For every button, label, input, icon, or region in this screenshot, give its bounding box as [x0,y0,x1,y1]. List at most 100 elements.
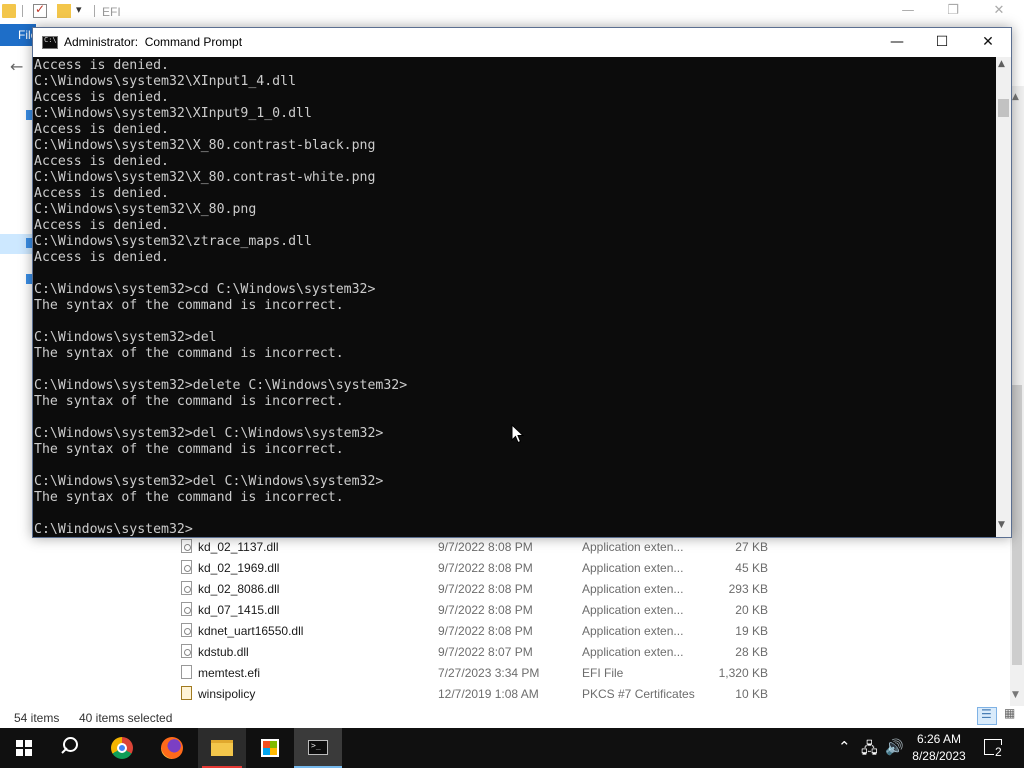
system-clock[interactable]: 6:26 AM 8/28/2023 [906,731,972,765]
cmd-scrollbar-thumb[interactable] [998,99,1009,117]
volume-icon[interactable]: 🔊 [885,738,904,756]
console-line: The syntax of the command is incorrect. [34,442,344,457]
dll-file-icon [181,539,192,553]
file-row[interactable]: kd_02_8086.dll 9/7/2022 8:08 PM Applicat… [176,578,796,599]
scroll-down-arrow-icon[interactable]: ▼ [998,520,1005,530]
console-line: The syntax of the command is incorrect. [34,490,344,505]
folder-icon [211,740,233,756]
network-icon[interactable]: 🖧 [861,738,878,763]
file-explorer-taskbar-button[interactable] [198,728,246,768]
cmd-minimize-button[interactable]: — [874,28,920,57]
file-row[interactable]: memtest.efi 7/27/2023 3:34 PM EFI File 1… [176,662,796,683]
console-line: Access is denied. [34,186,169,201]
cmd-close-button[interactable]: ✕ [965,28,1011,57]
file-size: 1,320 KB [718,666,768,680]
file-name: memtest.efi [198,666,261,680]
store-bag-icon [261,739,279,757]
dll-file-icon [181,623,192,637]
cmd-titlebar[interactable]: Administrator: Command Prompt — ☐ ✕ [33,28,1011,57]
details-view-icon[interactable] [977,707,997,725]
file-size: 20 KB [735,603,768,617]
console-line: C:\Windows\system32\X_80.contrast-white.… [34,170,376,185]
mouse-pointer-icon [511,424,525,444]
console-line: C:\Windows\system32>cd C:\Windows\system… [34,282,376,297]
folder-icon [2,4,16,18]
back-arrow-icon[interactable]: ← [10,57,23,76]
ribbon-file-tab[interactable]: File [0,24,36,46]
file-size: 293 KB [728,582,768,596]
command-prompt-icon[interactable] [42,36,58,49]
file-size: 28 KB [735,645,768,659]
taskbar: ⌃ 🖧 🔊 6:26 AM 8/28/2023 2 [0,728,1024,768]
cmd-maximize-button[interactable]: ☐ [919,28,965,57]
file-name: kdnet_uart16550.dll [198,624,304,638]
explorer-scrollbar-thumb[interactable] [1012,385,1022,665]
console-line: C:\Windows\system32> [34,522,193,537]
file-size: 27 KB [735,540,768,554]
terminal-icon [308,740,328,755]
console-line: The syntax of the command is incorrect. [34,298,344,313]
file-type: EFI File [582,666,624,680]
console-line: C:\Windows\system32\XInput9_1_0.dll [34,106,312,121]
chrome-icon [111,737,133,759]
scroll-up-arrow-icon[interactable]: ▲ [1012,92,1019,102]
firefox-icon [161,737,183,759]
file-date: 12/7/2019 1:08 AM [438,687,539,701]
console-output: Access is denied. C:\Windows\system32\XIn… [34,58,407,537]
firefox-taskbar-button[interactable] [148,728,196,768]
explorer-close-button[interactable]: ✕ [976,0,1022,24]
console-line: Access is denied. [34,90,169,105]
console-line: C:\Windows\system32\ztrace_maps.dll [34,234,312,249]
file-row[interactable]: kd_02_1137.dll 9/7/2022 8:08 PM Applicat… [176,536,796,557]
dll-file-icon [181,602,192,616]
command-prompt-taskbar-button[interactable] [294,728,342,768]
chevron-up-icon[interactable]: ⌃ [838,738,851,756]
new-folder-icon[interactable] [57,4,71,18]
large-icons-view-icon[interactable] [1001,706,1021,725]
dll-file-icon [181,644,192,658]
file-list: kd_02_1137.dll 9/7/2022 8:08 PM Applicat… [176,536,796,704]
console-line: Access is denied. [34,154,169,169]
console-line: C:\Windows\system32\X_80.png [34,202,257,217]
file-date: 9/7/2022 8:08 PM [438,624,533,638]
console-line: C:\Windows\system32\X_80.contrast-black.… [34,138,376,153]
file-name: kd_02_1137.dll [198,540,279,554]
file-row[interactable]: kdstub.dll 9/7/2022 8:07 PM Application … [176,641,796,662]
console-line: Access is denied. [34,218,169,233]
file-row[interactable]: kdnet_uart16550.dll 9/7/2022 8:08 PM App… [176,620,796,641]
scroll-down-arrow-icon[interactable]: ▼ [1012,690,1019,700]
selected-count: 40 items selected [79,711,173,725]
item-count: 54 items [14,711,60,725]
search-button[interactable] [48,728,96,768]
customize-toolbar-chevron-icon[interactable]: ▾ [76,3,82,16]
dll-file-icon [181,581,192,595]
explorer-minimize-button[interactable]: — [885,0,931,24]
console-line: The syntax of the command is incorrect. [34,394,344,409]
file-row[interactable]: winsipolicy 12/7/2019 1:08 AM PKCS #7 Ce… [176,683,796,704]
cmd-scrollbar[interactable]: ▲ ▼ [996,57,1011,537]
file-row[interactable]: kd_07_1415.dll 9/7/2022 8:08 PM Applicat… [176,599,796,620]
console-line: Access is denied. [34,250,169,265]
command-prompt-window[interactable]: Administrator: Command Prompt — ☐ ✕ Acce… [32,27,1012,538]
chrome-taskbar-button[interactable] [98,728,146,768]
start-button[interactable] [0,728,48,768]
microsoft-store-taskbar-button[interactable] [246,728,294,768]
scroll-up-arrow-icon[interactable]: ▲ [998,59,1005,69]
toolbar-divider [94,5,95,17]
file-name: winsipolicy [198,687,256,701]
file-date: 9/7/2022 8:08 PM [438,603,533,617]
console-line: C:\Windows\system32\XInput1_4.dll [34,74,297,89]
explorer-window-title: EFI [102,5,121,19]
file-size: 45 KB [735,561,768,575]
console-line: Access is denied. [34,58,169,73]
status-bar: 54 items 40 items selected [0,706,1024,728]
console-area[interactable]: Access is denied. C:\Windows\system32\XIn… [33,57,996,537]
properties-icon[interactable] [33,2,47,18]
file-row[interactable]: kd_02_1969.dll 9/7/2022 8:08 PM Applicat… [176,557,796,578]
explorer-restore-button[interactable]: ❐ [930,0,976,24]
